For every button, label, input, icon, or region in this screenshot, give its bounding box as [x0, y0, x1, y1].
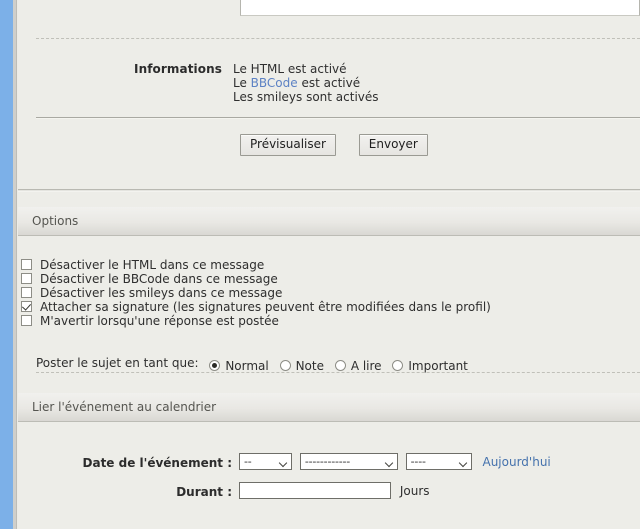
event-month-value: ------------	[304, 455, 351, 468]
message-textarea[interactable]	[240, 0, 640, 16]
informations-list: Le HTML est activé Le BBCode est activé …	[233, 62, 379, 104]
event-month-select[interactable]: ------------	[299, 453, 398, 470]
preview-button[interactable]: Prévisualiser	[240, 134, 336, 156]
checkbox-disable-smileys[interactable]	[21, 287, 32, 298]
info-line-smileys: Les smileys sont activés	[233, 90, 379, 104]
radio-alire[interactable]	[334, 360, 346, 371]
forum-post-form: Informations Le HTML est activé Le BBCod…	[18, 0, 640, 529]
checkbox-disable-html[interactable]	[21, 259, 32, 270]
message-area	[18, 0, 640, 38]
checkbox-notify-reply[interactable]	[21, 315, 32, 326]
divider-top	[36, 38, 640, 39]
today-link[interactable]: Aujourd'hui	[482, 455, 550, 469]
option-label: M'avertir lorsqu'une réponse est postée	[40, 314, 279, 328]
options-section-title: Options	[32, 214, 79, 228]
option-label: Désactiver les smileys dans ce message	[40, 286, 283, 300]
calendar-section-header: Lier l'événement au calendrier	[18, 393, 640, 422]
option-label: Désactiver le BBCode dans ce message	[40, 272, 278, 286]
checkbox-disable-bbcode[interactable]	[21, 273, 32, 284]
event-duration-unit: Jours	[399, 483, 430, 498]
calendar-section-title: Lier l'événement au calendrier	[32, 400, 217, 414]
options-checkbox-list: Désactiver le HTML dans ce message Désac…	[18, 258, 640, 328]
info-line-bbcode: Le BBCode est activé	[233, 76, 361, 90]
radio-option-alire[interactable]: A lire	[334, 358, 382, 373]
radio-option-normal[interactable]: Normal	[209, 358, 269, 373]
event-duration-label: Durant :	[176, 485, 232, 499]
radio-label: Note	[295, 358, 324, 373]
form-actions: Prévisualiser Envoyer	[18, 134, 640, 156]
chevron-down-icon	[386, 460, 392, 466]
event-duration-fields: Jours	[239, 482, 430, 499]
page-screenshot: Informations Le HTML est activé Le BBCod…	[0, 0, 640, 529]
page-left-margin	[13, 0, 17, 529]
chevron-down-icon	[460, 460, 466, 466]
radio-option-note[interactable]: Note	[279, 358, 324, 373]
event-date-row: Date de l'événement : -- ------------ --…	[18, 453, 640, 475]
event-duration-input[interactable]	[239, 482, 391, 499]
radio-note[interactable]	[279, 360, 291, 371]
event-day-select[interactable]: --	[239, 453, 292, 470]
option-attach-signature[interactable]: Attacher sa signature (les signatures pe…	[18, 300, 640, 314]
informations-label: Informations	[134, 62, 222, 76]
divider-above-buttons	[36, 117, 640, 119]
divider-below-radios	[36, 372, 640, 373]
browser-accent-bar	[0, 0, 13, 529]
post-type-label: Poster le sujet en tant que:	[36, 356, 199, 370]
bbcode-link[interactable]: BBCode	[251, 76, 298, 90]
option-notify-reply[interactable]: M'avertir lorsqu'une réponse est postée	[18, 314, 640, 328]
option-disable-html[interactable]: Désactiver le HTML dans ce message	[18, 258, 640, 272]
option-disable-bbcode[interactable]: Désactiver le BBCode dans ce message	[18, 272, 640, 286]
option-label: Désactiver le HTML dans ce message	[40, 258, 265, 272]
event-date-fields: -- ------------ ---- Aujourd'hui	[239, 453, 551, 470]
radio-normal[interactable]	[209, 360, 221, 371]
radio-label: Important	[408, 358, 468, 373]
option-label: Attacher sa signature (les signatures pe…	[40, 300, 491, 314]
event-year-select[interactable]: ----	[405, 453, 472, 470]
option-disable-smileys[interactable]: Désactiver les smileys dans ce message	[18, 286, 640, 300]
options-section-header: Options	[18, 207, 640, 236]
radio-label: A lire	[350, 358, 382, 373]
event-duration-row: Durant : Jours	[18, 482, 640, 504]
divider-section	[18, 189, 640, 192]
radio-important[interactable]	[392, 360, 404, 371]
checkbox-attach-signature[interactable]	[21, 301, 32, 312]
radio-option-important[interactable]: Important	[392, 358, 468, 373]
event-day-value: --	[244, 455, 252, 468]
post-type-row: Poster le sujet en tant que: Normal Note…	[36, 356, 468, 373]
radio-label: Normal	[225, 358, 269, 373]
chevron-down-icon	[280, 460, 286, 466]
submit-button[interactable]: Envoyer	[358, 134, 428, 156]
event-date-label: Date de l'événement :	[82, 456, 232, 470]
info-line-html: Le HTML est activé	[233, 62, 347, 76]
event-year-value: ----	[410, 455, 426, 468]
